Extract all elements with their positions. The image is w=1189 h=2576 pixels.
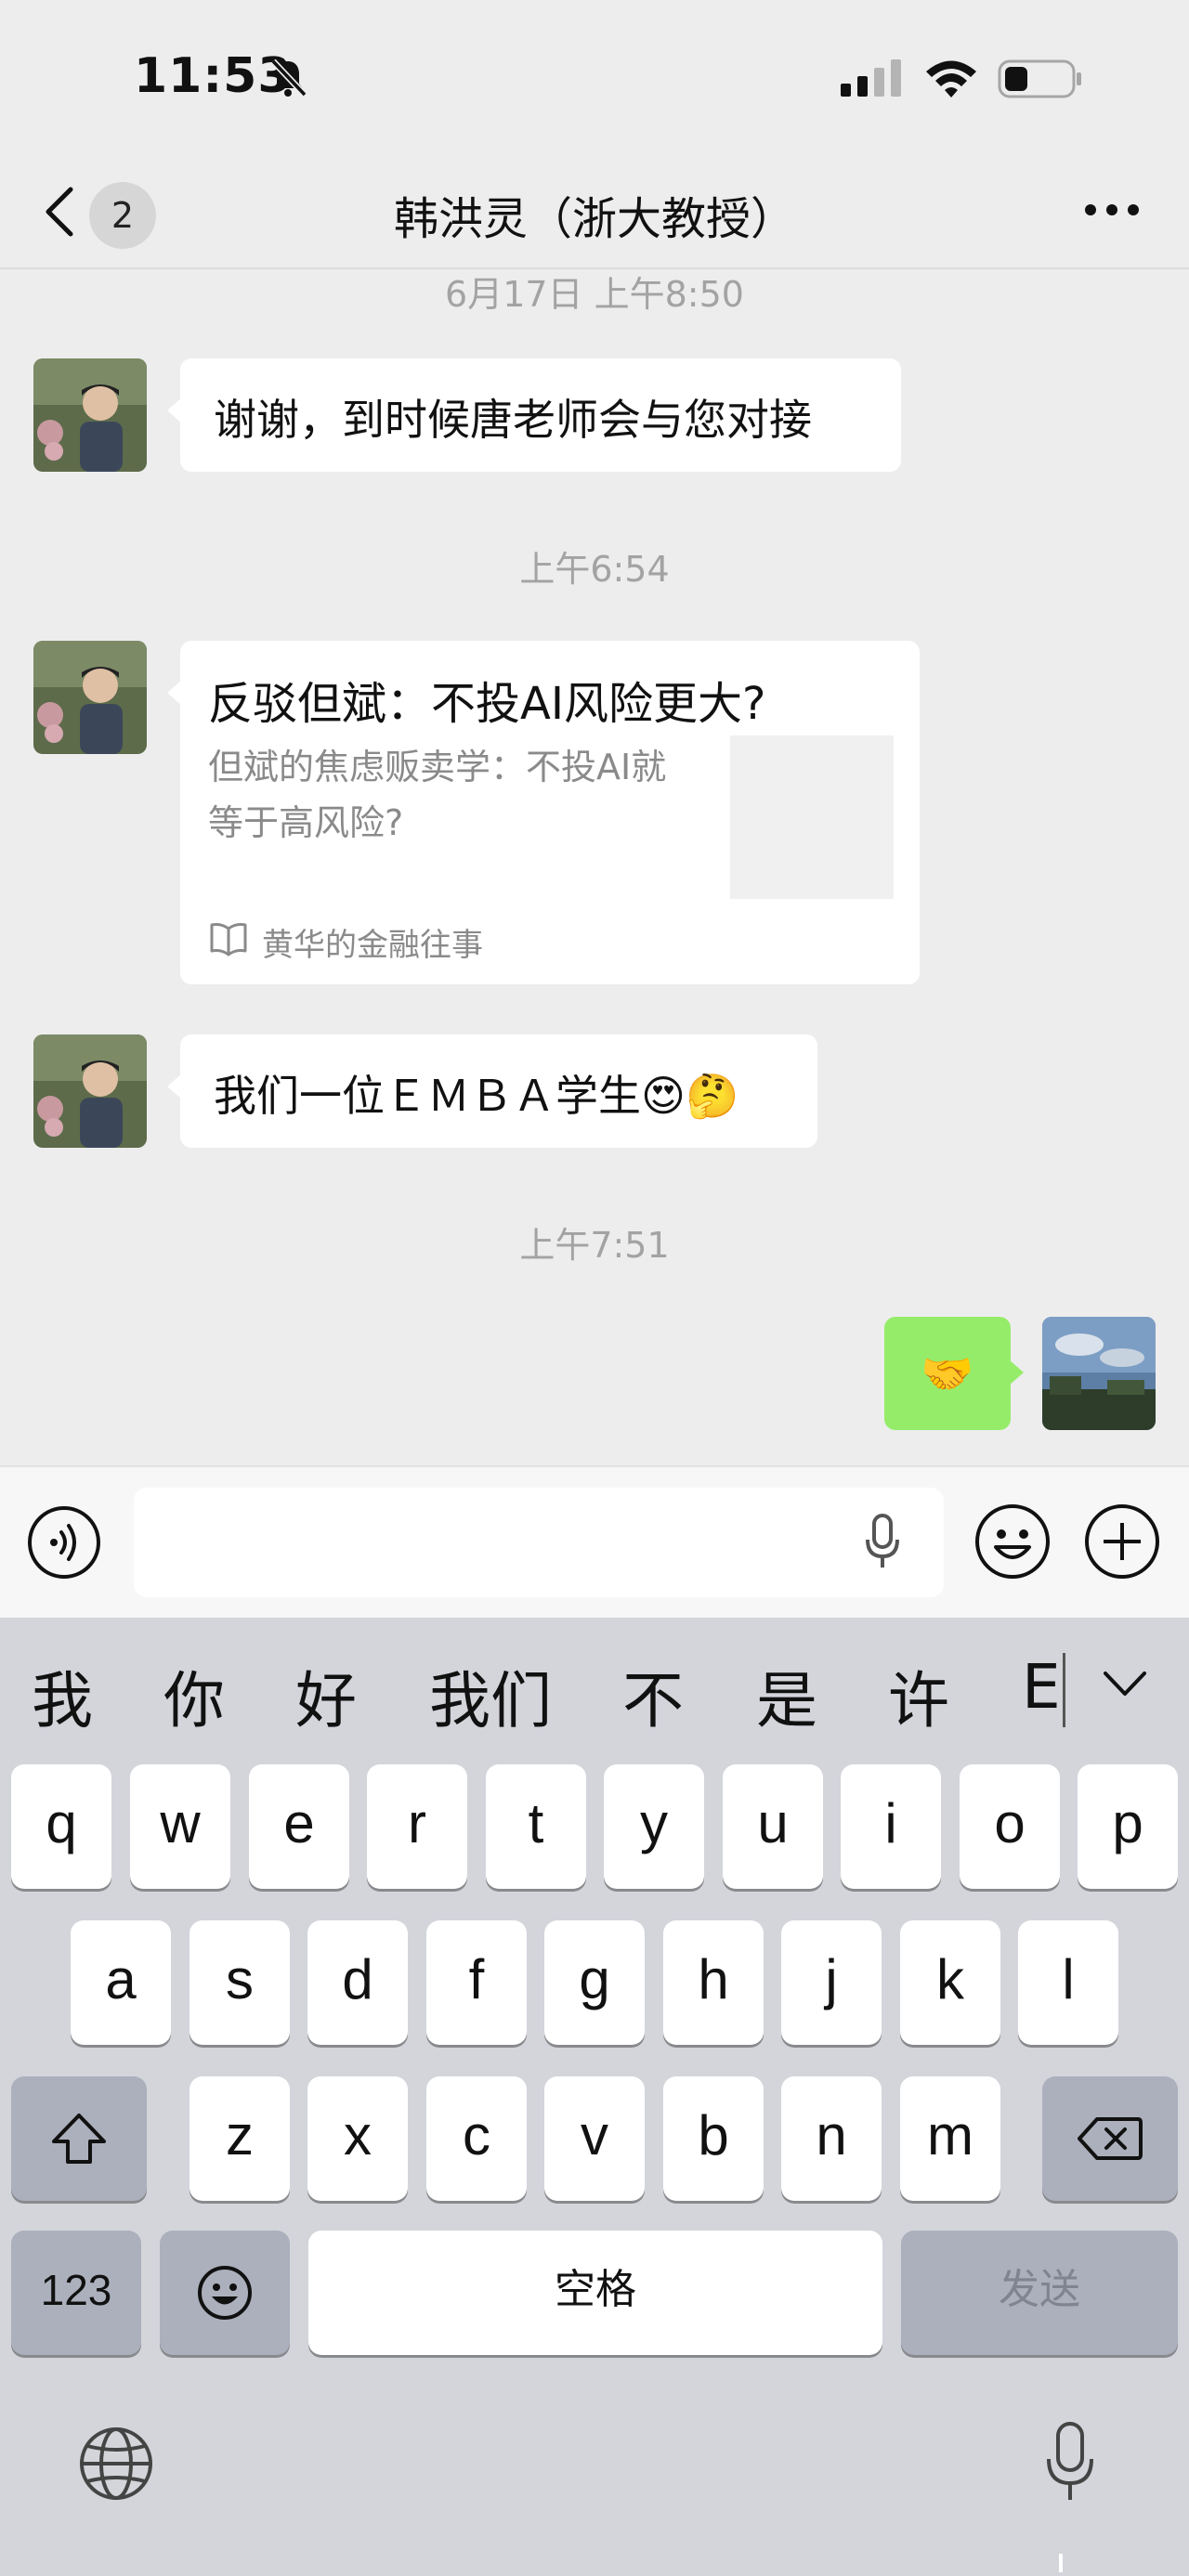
candidate-word[interactable]: 我 (32, 1651, 93, 1740)
key-f[interactable]: f (426, 1920, 527, 2045)
message-text: 我们一位ＥＭＢＡ学生😍🤔 (214, 1071, 739, 1121)
key-s[interactable]: s (189, 1920, 290, 2045)
candidate-word[interactable]: 不 (622, 1651, 684, 1740)
home-indicator (1053, 2554, 1068, 2572)
message-text: 谢谢，到时候唐老师会与您对接 (214, 395, 812, 445)
message-timestamp: 上午6:54 (519, 549, 670, 590)
input-bar (0, 1465, 1189, 1618)
candidate-word[interactable]: 你 (163, 1651, 225, 1740)
contact-avatar[interactable] (33, 358, 147, 472)
key-b[interactable]: b (663, 2076, 764, 2201)
message-bubble[interactable]: 我们一位ＥＭＢＡ学生😍🤔 (167, 1034, 817, 1148)
contact-avatar[interactable] (33, 641, 147, 754)
key-q[interactable]: q (11, 1764, 111, 1889)
key-j[interactable]: j (781, 1920, 882, 2045)
candidate-word[interactable]: 是 (756, 1651, 817, 1740)
bell-slash-icon (270, 59, 307, 98)
key-o[interactable]: o (960, 1764, 1060, 1889)
message-timestamp: 上午7:51 (519, 1225, 670, 1266)
plus-icon[interactable] (1083, 1503, 1161, 1581)
book-icon (210, 923, 247, 956)
key-c[interactable]: c (426, 2076, 527, 2201)
keyboard: 我 你 好 我们 不 是 许 E q w e r t y u i o p a s… (0, 1618, 1189, 2576)
chat-header: 2 韩洪灵（浙大教授） (0, 149, 1189, 269)
candidate-word[interactable]: 好 (295, 1651, 357, 1740)
contact-avatar[interactable] (33, 1034, 147, 1148)
message-input[interactable] (134, 1488, 944, 1597)
dictation-icon[interactable] (1044, 2420, 1096, 2505)
key-k[interactable]: k (900, 1920, 1000, 2045)
wifi-icon (926, 60, 976, 98)
chat-messages[interactable]: 6月17日 上午8:50 谢谢，到时候唐老师会与您对接 上午6:54 反驳但斌：… (0, 271, 1189, 1465)
globe-icon[interactable] (78, 2426, 154, 2502)
message-emoji: 😍🤔 (641, 1071, 739, 1121)
article-description: 但斌的焦虑贩卖学：不投AI就等于高风险? (208, 747, 667, 843)
more-icon[interactable] (1083, 202, 1141, 217)
delete-icon (1078, 2117, 1143, 2160)
key-i[interactable]: i (841, 1764, 941, 1889)
key-y[interactable]: y (604, 1764, 704, 1889)
my-message-bubble[interactable]: 🤝 (884, 1317, 1024, 1430)
key-d[interactable]: d (307, 1920, 408, 2045)
key-l[interactable]: l (1018, 1920, 1118, 2045)
space-key[interactable]: 空格 (308, 2231, 882, 2355)
shift-icon (52, 2114, 106, 2164)
status-bar: 11:53 (0, 0, 1189, 149)
key-v[interactable]: v (544, 2076, 645, 2201)
candidate-word[interactable]: E (1022, 1651, 1063, 1723)
delete-key[interactable] (1042, 2076, 1178, 2201)
candidate-cursor (1063, 1653, 1065, 1727)
candidate-word[interactable]: 许 (888, 1651, 949, 1740)
key-w[interactable]: w (130, 1764, 230, 1889)
emoji-key-icon (198, 2266, 252, 2320)
key-z[interactable]: z (189, 2076, 290, 2201)
key-t[interactable]: t (486, 1764, 586, 1889)
voice-icon[interactable] (26, 1504, 102, 1581)
key-x[interactable]: x (307, 2076, 408, 2201)
message-bubble[interactable]: 谢谢，到时候唐老师会与您对接 (167, 358, 901, 472)
candidate-word[interactable]: 我们 (429, 1651, 552, 1740)
article-title: 反驳但斌：不投AI风险更大? (208, 678, 766, 730)
key-r[interactable]: r (367, 1764, 467, 1889)
send-key[interactable]: 发送 (901, 2231, 1178, 2355)
key-u[interactable]: u (723, 1764, 823, 1889)
chevron-down-icon[interactable] (1102, 1670, 1148, 1698)
battery-icon (998, 59, 1081, 98)
mic-icon[interactable] (864, 1514, 901, 1571)
message-timestamp: 6月17日 上午8:50 (445, 274, 744, 315)
candidate-bar: 我 你 好 我们 不 是 许 E (0, 1618, 1189, 1757)
key-m[interactable]: m (900, 2076, 1000, 2201)
key-p[interactable]: p (1078, 1764, 1178, 1889)
key-h[interactable]: h (663, 1920, 764, 2045)
emoji-key[interactable] (160, 2231, 290, 2355)
key-n[interactable]: n (781, 2076, 882, 2201)
key-e[interactable]: e (249, 1764, 349, 1889)
numbers-key[interactable]: 123 (11, 2231, 141, 2355)
emoji-icon[interactable] (973, 1503, 1052, 1581)
my-avatar[interactable] (1042, 1317, 1156, 1430)
article-thumbnail (730, 735, 894, 899)
chat-title: 韩洪灵（浙大教授） (393, 193, 795, 245)
shift-key[interactable] (11, 2076, 147, 2201)
article-link-card[interactable]: 反驳但斌：不投AI风险更大? 但斌的焦虑贩卖学：不投AI就等于高风险? 黄华的金… (167, 641, 920, 984)
key-a[interactable]: a (71, 1920, 171, 2045)
article-source: 黄华的金融往事 (262, 927, 483, 964)
key-g[interactable]: g (544, 1920, 645, 2045)
signal-icon (841, 59, 901, 97)
